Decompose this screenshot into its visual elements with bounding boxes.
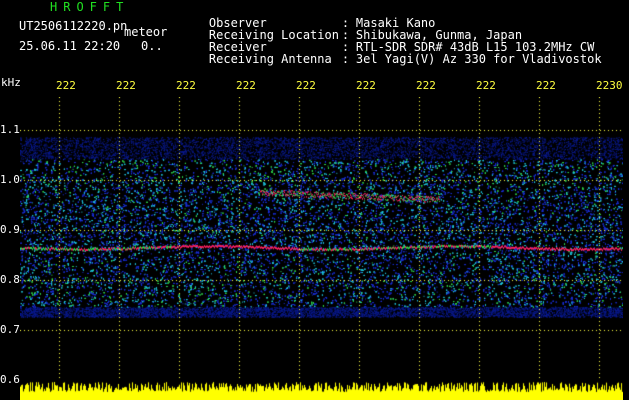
time-tick: 222: [536, 79, 556, 92]
freq-tick: 0.8: [0, 273, 20, 286]
freq-tick: 0.7: [0, 323, 20, 336]
time-tick: 222: [176, 79, 196, 92]
meta-key: Receiving Antenna: [208, 52, 332, 66]
mode-label: meteor: [124, 25, 168, 39]
time-tick: 2230: [596, 79, 623, 92]
freq-tick: 0.9: [0, 223, 20, 236]
status-text: 0..: [141, 39, 163, 53]
date-time: 25.06.11 22:20: [19, 39, 121, 53]
time-tick: 222: [296, 79, 316, 92]
time-tick: 222: [236, 79, 256, 92]
antenna-row: Receiving Antenna:3el Yagi(V) Az 330 for…: [208, 52, 602, 66]
meta-value: 3el Yagi(V) Az 330 for Vladivostok: [355, 52, 602, 66]
frequency-unit-label: kHz: [1, 76, 21, 89]
time-tick: 222: [416, 79, 436, 92]
freq-tick: 1.1: [0, 123, 20, 136]
time-tick: 222: [356, 79, 376, 92]
time-tick: 222: [116, 79, 136, 92]
spectrogram-canvas: [20, 97, 623, 400]
time-tick: 222: [56, 79, 76, 92]
freq-tick: 0.6: [0, 373, 20, 386]
app-title: HROFFT: [50, 0, 130, 14]
freq-tick: 1.0: [0, 173, 20, 186]
file-name: UT2506112220.pn: [19, 19, 128, 33]
time-tick: 222: [476, 79, 496, 92]
